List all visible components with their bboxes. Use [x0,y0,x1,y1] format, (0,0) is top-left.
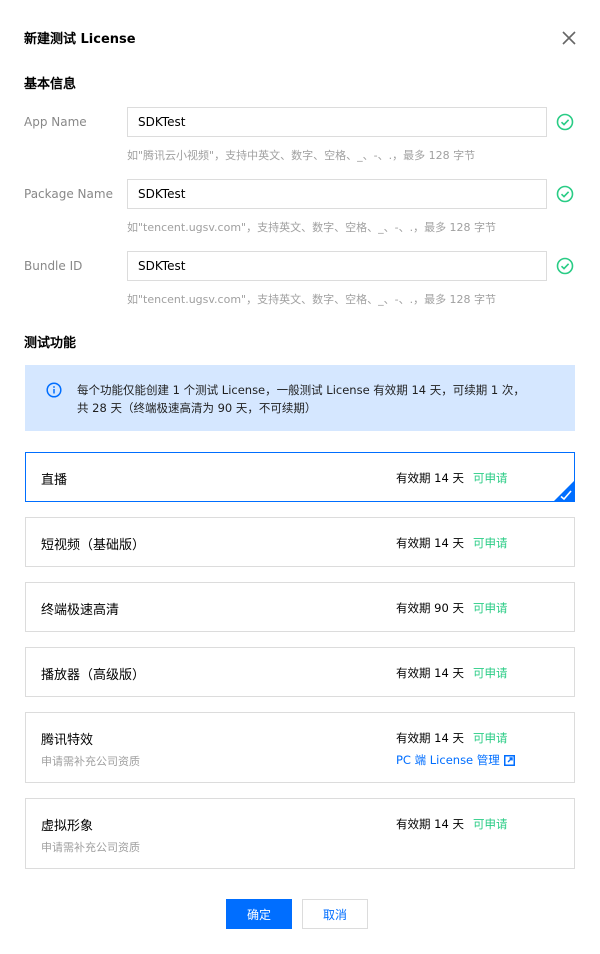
dialog-title: 新建测试 License [24,32,136,47]
package-name-hint: 如"tencent.ugsv.com"，支持英文、数字、空格、_、-、.，最多 … [127,221,497,234]
app-name-label: App Name [24,115,87,129]
feature-status: 可申请 [473,536,508,550]
feature-status: 可申请 [473,817,508,831]
package-name-label: Package Name [24,187,113,201]
feature-name: 直播 [41,473,68,488]
feature-validity: 有效期 14 天 [396,817,464,831]
confirm-button[interactable]: 确定 [226,899,292,929]
feature-name: 短视频（基础版） [41,538,146,553]
feature-validity: 有效期 14 天 [396,536,464,550]
info-icon [46,382,62,398]
feature-status: 可申请 [473,666,508,680]
bundle-id-input[interactable] [127,251,547,281]
feature-validity: 有效期 14 天 [396,471,464,485]
feature-status: 可申请 [473,731,508,745]
feature-name: 终端极速高清 [41,603,120,618]
feature-card-short-video[interactable]: 短视频（基础版） 有效期 14 天 可申请 [25,517,575,567]
selected-check-icon [554,481,574,501]
notice-line-1: 每个功能仅能创建 1 个测试 License，一般测试 License 有效期 … [77,383,525,397]
basic-info-title: 基本信息 [24,77,77,92]
cancel-button[interactable]: 取消 [302,899,368,929]
pc-license-link-text: PC 端 License 管理 [396,753,500,767]
external-link-icon [503,755,515,766]
info-notice: 每个功能仅能创建 1 个测试 License，一般测试 License 有效期 … [25,365,575,431]
feature-card-hd[interactable]: 终端极速高清 有效期 90 天 可申请 [25,582,575,632]
feature-card-avatar[interactable]: 虚拟形象 申请需补充公司资质 有效期 14 天 可申请 [25,798,575,869]
feature-card-player[interactable]: 播放器（高级版） 有效期 14 天 可申请 [25,647,575,697]
app-name-input[interactable] [127,107,547,137]
feature-status: 可申请 [473,471,508,485]
feature-validity: 有效期 14 天 [396,666,464,680]
feature-validity: 有效期 90 天 [396,601,464,615]
feature-name: 播放器（高级版） [41,668,146,683]
close-icon[interactable] [560,29,578,47]
feature-name: 腾讯特效 [41,733,94,748]
app-name-hint: 如"腾讯云小视频"，支持中英文、数字、空格、_、-、.，最多 128 字节 [127,149,476,162]
feature-name: 虚拟形象 [41,819,94,834]
feature-card-live[interactable]: 直播 有效期 14 天 可申请 [25,452,575,502]
feature-validity: 有效期 14 天 [396,731,464,745]
feature-status: 可申请 [473,601,508,615]
check-circle-icon [556,113,574,131]
notice-line-2: 共 28 天（终端极速高清为 90 天，不可续期） [77,401,317,415]
package-name-input[interactable] [127,179,547,209]
check-circle-icon [556,185,574,203]
check-circle-icon [556,257,574,275]
feature-requirement: 申请需补充公司资质 [41,841,140,854]
feature-card-effects[interactable]: 腾讯特效 申请需补充公司资质 有效期 14 天 可申请 PC 端 License… [25,712,575,783]
test-features-title: 测试功能 [24,336,77,351]
feature-requirement: 申请需补充公司资质 [41,755,140,768]
pc-license-link[interactable]: PC 端 License 管理 [396,752,515,768]
bundle-id-hint: 如"tencent.ugsv.com"，支持英文、数字、空格、_、-、.，最多 … [127,293,497,306]
bundle-id-label: Bundle ID [24,259,83,273]
